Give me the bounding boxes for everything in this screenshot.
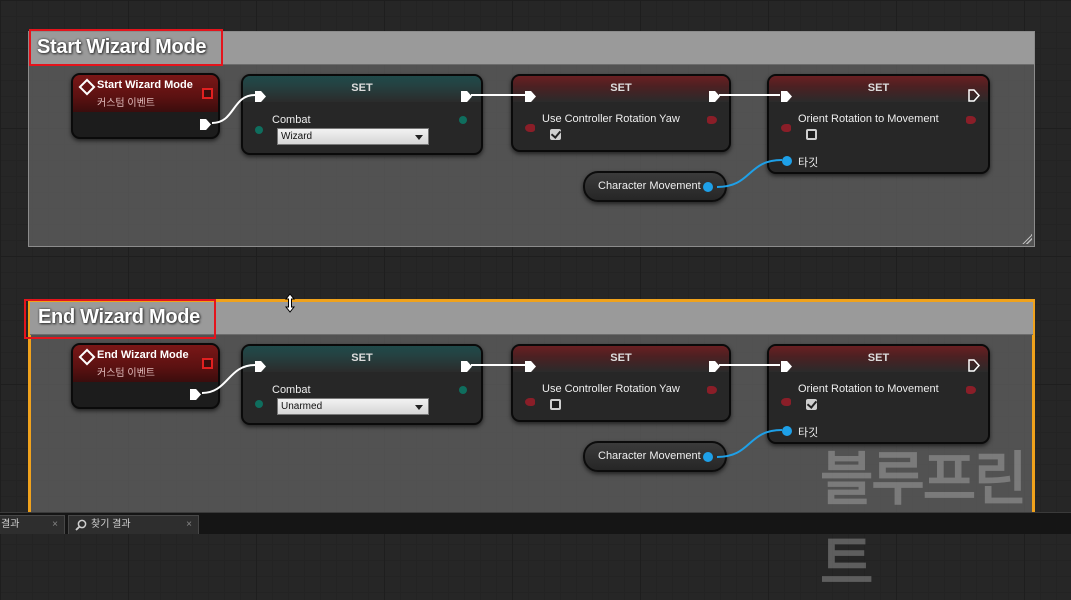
search-icon bbox=[75, 519, 87, 531]
set-yaw-node[interactable]: SET Use Controller Rotation Yaw bbox=[511, 344, 731, 422]
movement-out-pin-icon[interactable] bbox=[703, 182, 713, 192]
combat-enum-select[interactable]: Wizard bbox=[277, 128, 429, 145]
yaw-label: Use Controller Rotation Yaw bbox=[542, 383, 680, 395]
tab-label: 결과 bbox=[1, 519, 20, 530]
set-header-label: SET bbox=[610, 82, 632, 94]
exec-out-pin-icon[interactable] bbox=[190, 389, 201, 400]
target-label: 타깃 bbox=[798, 427, 819, 439]
combat-out-pin-icon[interactable] bbox=[459, 386, 467, 394]
delegate-pin-icon[interactable] bbox=[202, 358, 213, 369]
yaw-out-pin-icon[interactable] bbox=[707, 116, 717, 124]
combat-label: Combat bbox=[272, 384, 311, 396]
exec-out-pin-icon[interactable] bbox=[200, 119, 211, 130]
exec-out-unconnected-pin-icon[interactable] bbox=[968, 89, 980, 102]
tab-results[interactable]: 결과 × bbox=[0, 515, 65, 534]
bottom-tab-bar: 결과 × 찾기 결과 × bbox=[0, 512, 1071, 534]
set-header-label: SET bbox=[867, 352, 890, 364]
combat-label: Combat bbox=[272, 114, 311, 126]
set-orient-node[interactable]: SET Orient Rotation to Movement 타깃 bbox=[767, 74, 990, 174]
close-icon[interactable]: × bbox=[186, 516, 192, 534]
set-header-label: SET bbox=[351, 352, 373, 364]
yaw-label: Use Controller Rotation Yaw bbox=[542, 113, 680, 125]
target-label: 타깃 bbox=[798, 157, 819, 169]
yaw-checkbox[interactable] bbox=[550, 129, 561, 140]
event-title: Start Wizard Mode bbox=[97, 79, 193, 91]
yaw-out-pin-icon[interactable] bbox=[707, 386, 717, 394]
orient-out-pin-icon[interactable] bbox=[966, 116, 976, 124]
custom-event-node[interactable]: Start Wizard Mode 커스텀 이벤트 bbox=[71, 73, 220, 139]
combat-out-pin-icon[interactable] bbox=[459, 116, 467, 124]
orient-out-pin-icon[interactable] bbox=[966, 386, 976, 394]
event-subtitle: 커스텀 이벤트 bbox=[97, 98, 155, 109]
resize-grip-icon[interactable] bbox=[1022, 234, 1032, 244]
tab-label: 찾기 결과 bbox=[91, 519, 131, 530]
character-movement-node[interactable]: Character Movement bbox=[583, 441, 727, 472]
set-yaw-node[interactable]: SET Use Controller Rotation Yaw bbox=[511, 74, 731, 152]
orient-checkbox[interactable] bbox=[806, 399, 817, 410]
custom-event-node[interactable]: End Wizard Mode 커스텀 이벤트 bbox=[71, 343, 220, 409]
yaw-in-pin-icon[interactable] bbox=[525, 124, 535, 132]
character-movement-node[interactable]: Character Movement bbox=[583, 171, 727, 202]
combat-in-pin-icon[interactable] bbox=[255, 400, 263, 408]
orient-checkbox[interactable] bbox=[806, 129, 817, 140]
event-subtitle: 커스텀 이벤트 bbox=[97, 368, 155, 379]
combat-enum-select[interactable]: Unarmed bbox=[277, 398, 429, 415]
resize-cursor-icon bbox=[284, 293, 296, 313]
tab-find-results[interactable]: 찾기 결과 × bbox=[68, 515, 199, 534]
character-movement-label: Character Movement bbox=[598, 180, 701, 192]
set-combat-node[interactable]: SET Combat Wizard bbox=[241, 74, 483, 155]
chevron-down-icon bbox=[415, 405, 423, 410]
orient-in-pin-icon[interactable] bbox=[781, 124, 791, 132]
event-title: End Wizard Mode bbox=[97, 349, 189, 361]
set-orient-node[interactable]: SET Orient Rotation to Movement 타깃 bbox=[767, 344, 990, 444]
close-icon[interactable]: × bbox=[52, 516, 58, 534]
combat-in-pin-icon[interactable] bbox=[255, 126, 263, 134]
combat-select-value: Wizard bbox=[281, 131, 313, 142]
orient-label: Orient Rotation to Movement bbox=[798, 383, 939, 395]
set-header-label: SET bbox=[610, 352, 632, 364]
combat-select-value: Unarmed bbox=[281, 401, 323, 412]
set-header-label: SET bbox=[351, 82, 373, 94]
character-movement-label: Character Movement bbox=[598, 450, 701, 462]
highlight-box bbox=[24, 299, 216, 339]
orient-in-pin-icon[interactable] bbox=[781, 398, 791, 406]
target-pin-icon[interactable] bbox=[782, 426, 792, 436]
set-combat-node[interactable]: SET Combat Unarmed bbox=[241, 344, 483, 425]
yaw-in-pin-icon[interactable] bbox=[525, 398, 535, 406]
exec-out-unconnected-pin-icon[interactable] bbox=[968, 359, 980, 372]
movement-out-pin-icon[interactable] bbox=[703, 452, 713, 462]
highlight-box bbox=[29, 29, 223, 66]
delegate-pin-icon[interactable] bbox=[202, 88, 213, 99]
set-header-label: SET bbox=[867, 82, 890, 94]
orient-label: Orient Rotation to Movement bbox=[798, 113, 939, 125]
yaw-checkbox[interactable] bbox=[550, 399, 561, 410]
chevron-down-icon bbox=[415, 135, 423, 140]
target-pin-icon[interactable] bbox=[782, 156, 792, 166]
